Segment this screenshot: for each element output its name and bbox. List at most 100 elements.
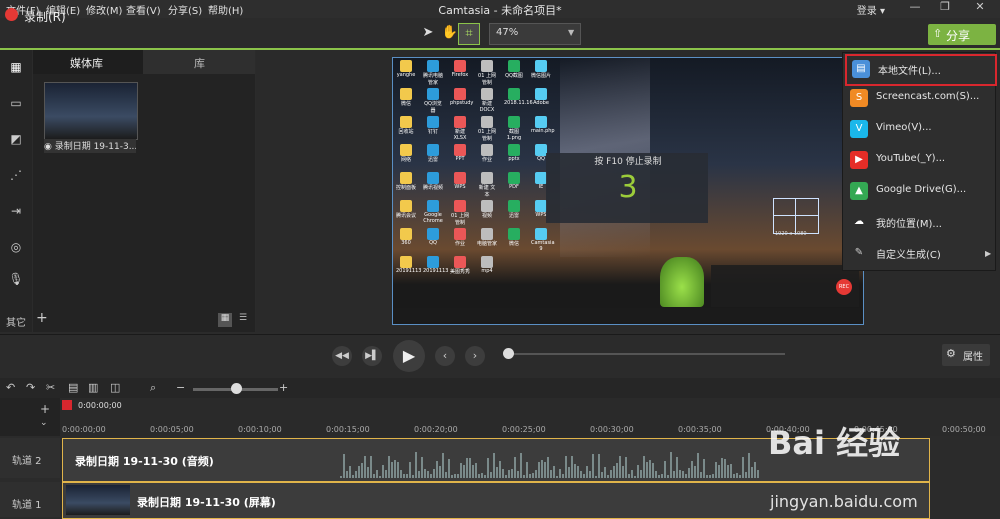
app-icon (481, 144, 493, 156)
media-clip-thumbnail[interactable] (44, 82, 138, 140)
desktop-icon-label: PDF (509, 184, 519, 190)
waveform-bar (700, 471, 702, 478)
share-item[interactable]: ▶ YouTube(_Y)... (845, 147, 993, 173)
youtube-icon: ▶ (850, 151, 868, 169)
desktop-icon: 新建 XLSX (450, 116, 470, 141)
search-icon[interactable]: ⌕ (150, 381, 156, 395)
desktop-icon: 美图秀秀 (450, 256, 470, 275)
track-1-label: 轨道 1 (12, 500, 42, 511)
waveform-bar (505, 474, 507, 478)
share-item[interactable]: ☁ 我的位置(M)... (845, 209, 993, 235)
share-item[interactable]: S Screencast.com(S)... (845, 85, 993, 111)
step-back-icon[interactable]: ◀◀ (332, 346, 352, 366)
hand-tool-icon[interactable]: ✋ (440, 23, 460, 43)
waveform-bar (538, 461, 540, 478)
app-icon (481, 228, 493, 240)
zoom-in-icon[interactable]: + (279, 381, 288, 394)
waveform-bar (523, 475, 525, 478)
next-icon[interactable]: › (465, 346, 485, 366)
cloud-icon: ☁ (854, 216, 864, 227)
app-icon (454, 116, 466, 128)
waveform-bar (613, 465, 615, 478)
desktop-icon-label: 控制面板 (396, 185, 417, 191)
desktop-icon-label: 微信 (508, 241, 519, 247)
share-item[interactable]: ▤ 本地文件(L)... (845, 54, 997, 86)
waveform-bar (346, 471, 348, 478)
share-item[interactable]: ▲ Google Drive(G)... (845, 178, 993, 204)
record-button[interactable]: 录制(R) (24, 8, 66, 25)
other-label[interactable]: 其它 (6, 314, 26, 329)
desktop-icon-label: Google Chrome (423, 212, 443, 224)
transition-icon[interactable]: ◩ (7, 132, 25, 148)
grid-view-icon[interactable]: ▦ (218, 313, 232, 327)
app-icon (454, 88, 466, 100)
waveform-bar (397, 462, 399, 478)
add-track-icon[interactable]: + (40, 402, 50, 416)
desktop-icon-label: Adobe (533, 100, 549, 106)
scrub-knob[interactable] (503, 348, 514, 359)
scrub-track[interactable] (505, 353, 785, 355)
desktop-icon-label: WPS (535, 212, 547, 218)
record-icon[interactable] (5, 8, 18, 21)
waveform-bar (748, 453, 750, 478)
crop-tool-icon[interactable]: ⌗ (458, 23, 480, 45)
close-icon[interactable]: ✕ (965, 0, 995, 18)
frame-back-icon[interactable]: ▶▌ (362, 346, 382, 366)
media-icon[interactable]: ▦ (7, 60, 25, 76)
waveform-bar (709, 474, 711, 478)
desktop-icon: QQ截图 (504, 60, 524, 79)
minimize-icon[interactable]: — (900, 0, 930, 18)
restore-icon[interactable]: ❐ (930, 0, 960, 18)
desktop-icon-label: 迅雷 (508, 213, 519, 219)
desktop-icon: mp4 (477, 256, 497, 274)
waveform-bar (604, 466, 606, 478)
redo-icon[interactable]: ↷ (26, 381, 35, 394)
app-icon (454, 228, 466, 240)
app-icon (508, 172, 520, 184)
waveform-bar (340, 476, 342, 478)
timeline-zoom-knob[interactable] (231, 383, 242, 394)
media-clip-label: ◉ 录制日期 19-11-3... (44, 139, 136, 153)
share-item-label: Google Drive(G)... (876, 184, 967, 195)
undo-icon[interactable]: ↶ (6, 381, 15, 394)
app-icon (508, 88, 520, 100)
waveform-bar (550, 469, 552, 478)
cursor-effect-icon[interactable]: ◎ (7, 240, 25, 256)
add-icon[interactable]: + (36, 310, 48, 326)
track-2-header[interactable]: 轨道 2 (0, 438, 60, 478)
list-view-icon[interactable]: ☰ (239, 313, 253, 327)
desktop-icon: QQ浏览器 (423, 88, 443, 114)
desktop-icon-label: 微信图片 (531, 73, 552, 79)
track-1-header[interactable]: 轨道 1 (0, 482, 60, 517)
behavior-icon[interactable]: ⇥ (7, 204, 25, 220)
annotation-icon[interactable]: ▭ (7, 96, 25, 112)
app-icon (427, 200, 439, 212)
waveform-bar (460, 462, 462, 478)
desktop-icon: 控制面板 (396, 172, 416, 191)
film-icon: ▤ (852, 60, 870, 78)
split-icon[interactable]: ◫ (110, 381, 120, 394)
desktop-icon-label: 回收站 (398, 129, 414, 135)
desktop-icon: WPS (450, 172, 470, 190)
ruler-tick: 0:00:10;00 (238, 425, 282, 434)
cut-icon[interactable]: ✂ (46, 381, 55, 394)
login-button[interactable]: 登录 ▾ (857, 2, 885, 17)
paste-icon[interactable]: ▥ (88, 381, 98, 394)
desktop-icon-label: 腾讯视频 (423, 185, 444, 191)
desktop-icon: 腾讯会议 (396, 200, 416, 219)
countdown-value: 3 (618, 170, 638, 205)
animation-icon[interactable]: ⋰ (7, 168, 25, 184)
play-icon[interactable]: ▶ (393, 340, 425, 372)
desktop-icon-label: 腾讯会议 (396, 213, 417, 219)
chevron-down-icon[interactable]: ⌄ (40, 418, 48, 428)
prev-icon[interactable]: ‹ (435, 346, 455, 366)
share-item[interactable]: ✎ 自定义生成(C) (845, 240, 993, 266)
copy-icon[interactable]: ▤ (68, 381, 78, 394)
zoom-out-icon[interactable]: − (176, 381, 185, 394)
microphone-icon[interactable]: 🎙 (7, 272, 25, 288)
baidu-watermark: Bai 经验 (768, 424, 901, 462)
share-item[interactable]: V Vimeo(V)... (845, 116, 993, 142)
playhead[interactable] (62, 400, 72, 410)
pointer-tool-icon[interactable]: ➤ (418, 23, 438, 43)
waveform-bar (373, 473, 375, 478)
